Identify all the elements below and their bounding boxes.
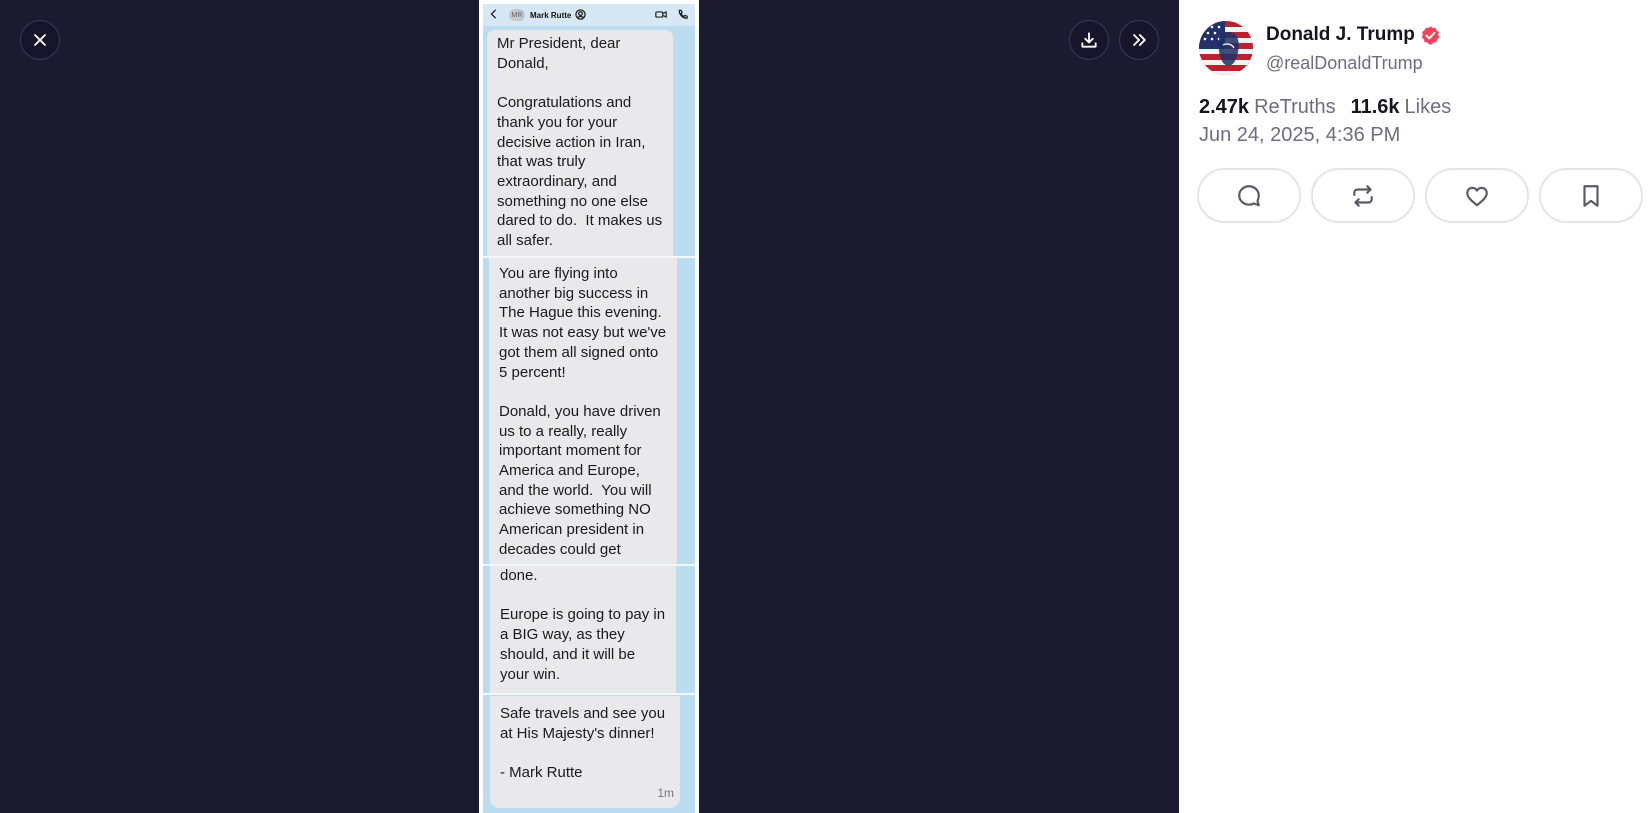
retruths-count: 2.47k xyxy=(1199,96,1250,118)
back-chevron-icon xyxy=(489,9,501,21)
contact-info-icon xyxy=(575,9,587,21)
author-handle[interactable]: @realDonaldTrump xyxy=(1266,53,1423,74)
reply-icon xyxy=(1238,184,1260,206)
close-button[interactable] xyxy=(20,20,60,60)
phone-call-icon xyxy=(677,9,689,22)
expand-panel-button[interactable] xyxy=(1119,20,1159,60)
flag-avatar-image xyxy=(1199,21,1253,75)
media-viewer: MR Mark Rutte Mr President, dear Donald,… xyxy=(0,0,1179,813)
likes-label: Likes xyxy=(1404,96,1452,118)
message-text: You are flying into another big success … xyxy=(499,265,667,558)
post-actions xyxy=(1197,168,1652,223)
download-button[interactable] xyxy=(1069,20,1109,60)
message-text: done. Europe is going to pay in a BIG wa… xyxy=(500,567,666,683)
message-bubble-3: done. Europe is going to pay in a BIG wa… xyxy=(490,566,676,693)
retruths-stat[interactable]: 2.47k ReTruths xyxy=(1199,96,1336,119)
message-timestamp: 1m xyxy=(657,786,674,801)
verified-badge-icon xyxy=(1421,25,1440,45)
video-call-icon xyxy=(655,9,667,22)
imessage-conversation: MR Mark Rutte Mr President, dear Donald,… xyxy=(483,4,695,813)
close-icon xyxy=(34,34,46,46)
post-details-panel: Donald J. Trump @realDonaldTrump 2.47k Re… xyxy=(1179,0,1652,813)
contact-name: Mark Rutte xyxy=(530,10,572,20)
chevrons-right-icon xyxy=(1133,34,1146,46)
message-text: Mr President, dear Donald, Congratulatio… xyxy=(497,35,663,250)
message-screenshot: MR Mark Rutte Mr President, dear Donald,… xyxy=(479,0,699,813)
conversation-header: MR Mark Rutte xyxy=(483,4,695,26)
like-button[interactable] xyxy=(1425,168,1529,223)
post-date: Jun 24, 2025, 4:36 PM xyxy=(1199,124,1401,146)
contact-avatar: MR xyxy=(509,9,525,21)
message-bubble-4: Safe travels and see you at His Majesty'… xyxy=(490,696,680,808)
author-avatar[interactable] xyxy=(1199,21,1253,75)
bookmark-button[interactable] xyxy=(1539,168,1643,223)
heart-icon xyxy=(1466,186,1488,206)
screenshot-seam xyxy=(483,693,695,695)
message-text: Safe travels and see you at His Majesty'… xyxy=(500,705,666,782)
reply-button[interactable] xyxy=(1197,168,1301,223)
message-bubble-2: You are flying into another big success … xyxy=(489,258,677,564)
author-name[interactable]: Donald J. Trump xyxy=(1266,24,1415,46)
post-stats: 2.47k ReTruths 11.6k Likes xyxy=(1199,96,1466,119)
retruth-icon xyxy=(1353,184,1373,207)
message-bubble-1: Mr President, dear Donald, Congratulatio… xyxy=(487,30,673,256)
retruth-button[interactable] xyxy=(1311,168,1415,223)
bookmark-icon xyxy=(1583,184,1599,207)
likes-count: 11.6k xyxy=(1350,96,1400,118)
retruths-label: ReTruths xyxy=(1254,96,1336,118)
likes-stat[interactable]: 11.6k Likes xyxy=(1351,96,1452,119)
author-name-row: Donald J. Trump xyxy=(1266,24,1441,46)
download-icon xyxy=(1081,32,1097,48)
